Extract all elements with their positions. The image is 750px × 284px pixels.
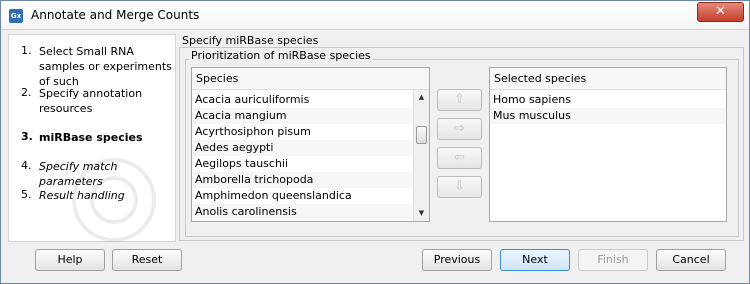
section-label: Specify miRBase species — [182, 34, 319, 47]
scroll-down-icon[interactable]: ▼ — [414, 206, 429, 221]
remove-button[interactable]: ⇦ — [437, 147, 482, 169]
reset-button[interactable]: Reset — [112, 249, 182, 271]
step-label: miRBase species — [39, 131, 143, 144]
next-button[interactable]: Next — [500, 249, 570, 271]
step-label: Select Small RNA samples or experiments … — [39, 45, 172, 88]
cancel-button[interactable]: Cancel — [656, 249, 726, 271]
species-list-header[interactable]: Species — [192, 68, 429, 90]
app-icon: Gx — [9, 9, 23, 23]
scroll-up-icon[interactable]: ▲ — [414, 90, 429, 105]
step-label: Specify annotation resources — [39, 87, 143, 115]
list-item[interactable]: Homo sapiens — [491, 92, 725, 108]
move-down-button[interactable]: ⇩ — [437, 176, 482, 198]
add-button[interactable]: ⇨ — [437, 118, 482, 140]
previous-button[interactable]: Previous — [422, 249, 492, 271]
list-item[interactable]: Anolis carolinensis — [193, 204, 413, 220]
title-bar[interactable]: Gx Annotate and Merge Counts ✕ — [1, 1, 749, 30]
help-button[interactable]: Help — [35, 249, 105, 271]
species-scrollbar[interactable]: ▲ ▼ — [413, 90, 429, 221]
selected-species-list[interactable]: Selected species Homo sapiens Mus muscul… — [489, 67, 727, 222]
list-item[interactable]: Acacia auriculiformis — [193, 92, 413, 108]
list-item[interactable]: Acyrthosiphon pisum — [193, 124, 413, 140]
list-item[interactable]: Amborella trichopoda — [193, 172, 413, 188]
close-icon[interactable]: ✕ — [697, 2, 744, 22]
step-label: Specify match parameters — [39, 160, 118, 188]
list-item[interactable]: Aegilops tauschii — [193, 156, 413, 172]
wizard-steps-panel: 1. Select Small RNA samples or experimen… — [8, 34, 176, 242]
list-item[interactable]: Acacia mangium — [193, 108, 413, 124]
list-item[interactable]: Amphimedon queenslandica — [193, 188, 413, 204]
step-label: Result handling — [39, 189, 125, 202]
window-title: Annotate and Merge Counts — [31, 8, 200, 22]
group-title: Prioritization of miRBase species — [189, 49, 373, 62]
finish-button[interactable]: Finish — [578, 249, 648, 271]
move-up-button[interactable]: ⇧ — [437, 89, 482, 111]
scroll-thumb[interactable] — [416, 126, 427, 144]
selected-list-header[interactable]: Selected species — [490, 68, 726, 90]
species-list[interactable]: Species Acacia auriculiformis Acacia man… — [191, 67, 430, 222]
list-item[interactable]: Mus musculus — [491, 108, 725, 124]
list-item[interactable]: Aedes aegypti — [193, 140, 413, 156]
annotate-merge-dialog: Gx Annotate and Merge Counts ✕ 1. Select… — [0, 0, 750, 284]
